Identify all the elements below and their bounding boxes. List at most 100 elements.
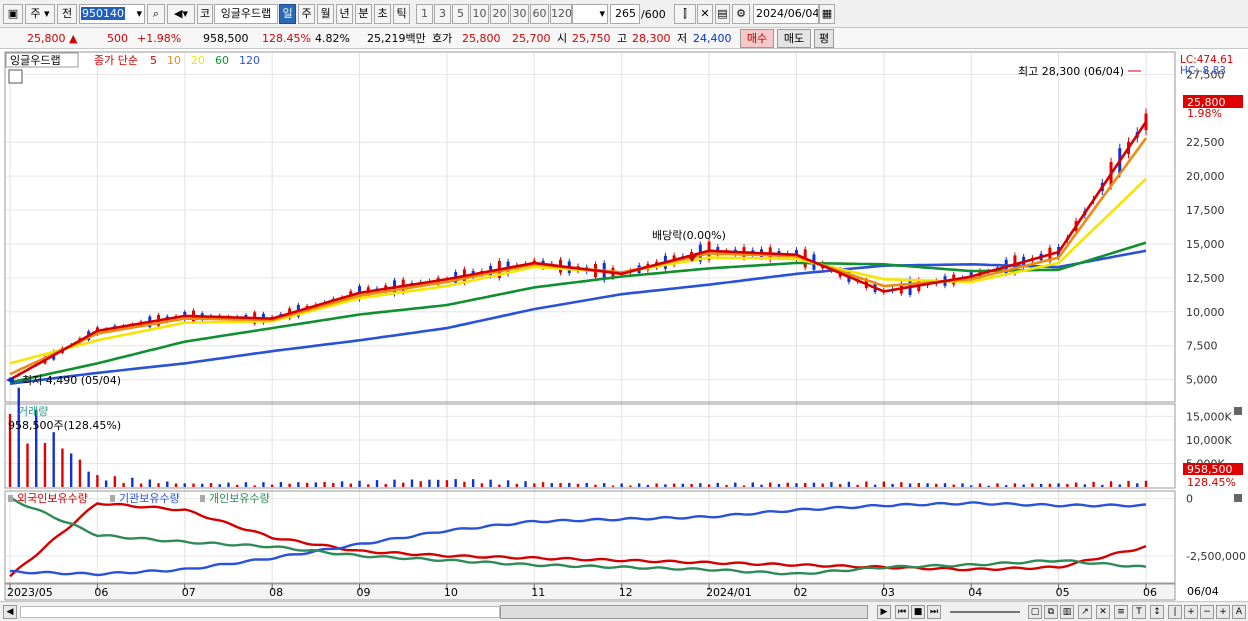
period-button-2[interactable]: 월 — [317, 4, 334, 24]
volume-bar — [961, 483, 964, 487]
volume-bar — [1066, 483, 1069, 487]
layout-icon[interactable]: ▣ — [3, 4, 23, 24]
period-button-4[interactable]: 분 — [355, 4, 372, 24]
line-tool-icon[interactable]: ↗ — [1078, 605, 1092, 619]
minute-button-20[interactable]: 20 — [490, 4, 509, 24]
date-input[interactable]: 2024/06/04 — [753, 4, 819, 24]
stock-type-label: 주 — [30, 7, 41, 20]
crosshair-icon[interactable]: ✕ — [697, 4, 713, 24]
volume-bar — [279, 482, 283, 487]
minute-button-60[interactable]: 60 — [530, 4, 549, 24]
date-tick-label: 09 — [357, 586, 371, 599]
view-icon[interactable]: ▥ — [1060, 605, 1074, 619]
fit-icon[interactable]: ▢ — [1028, 605, 1042, 619]
volume-bar — [174, 483, 178, 487]
range-select[interactable]: ▾ — [572, 4, 608, 24]
volume-bar — [716, 482, 720, 487]
holding-legend-item: 외국인보유수량 — [17, 492, 88, 505]
stock-chart[interactable]: 27,50022,50020,00017,50015,00012,50010,0… — [0, 50, 1248, 601]
current-price: 25,800 ▲ — [27, 31, 77, 46]
search-icon[interactable]: ⌕ — [147, 4, 165, 24]
period-button-0[interactable]: 일 — [279, 4, 296, 24]
first-icon[interactable]: ⏮ — [895, 605, 909, 619]
gear-icon[interactable]: ⚙ — [732, 4, 750, 24]
text-tool-icon[interactable]: T — [1132, 605, 1146, 619]
count-input[interactable]: 265 — [610, 4, 640, 24]
low-price: 24,400 — [693, 32, 732, 45]
period-button-3[interactable]: 년 — [336, 4, 353, 24]
volume-bar — [996, 483, 999, 487]
minute-button-5[interactable]: 5 — [452, 4, 469, 24]
save-icon[interactable]: ▤ — [715, 4, 730, 24]
hline-tool-icon[interactable]: ↕ — [1150, 605, 1164, 619]
count-max-label: /600 — [641, 8, 666, 21]
volume-bar — [17, 387, 20, 487]
minute-button-3[interactable]: 3 — [434, 4, 451, 24]
volume-bar — [559, 482, 562, 487]
zoom-slider[interactable] — [950, 611, 1020, 613]
candle-icon[interactable]: ⫿ — [674, 4, 696, 24]
date-tick-label: 2023/05 — [7, 586, 53, 599]
minute-button-120[interactable]: 120 — [550, 4, 572, 24]
holding-panel-close-icon[interactable] — [1234, 494, 1242, 502]
window-icon[interactable]: ⧉ — [1044, 605, 1058, 619]
volume-bar — [113, 476, 117, 487]
cross-tool-icon[interactable]: ✕ — [1096, 605, 1110, 619]
period-button-1[interactable]: 주 — [298, 4, 315, 24]
last-icon[interactable]: ⏭ — [927, 605, 941, 619]
volume-bar — [664, 484, 667, 487]
ma-line-5 — [9, 121, 1148, 381]
table-icon[interactable] — [8, 69, 23, 84]
scroll-thumb[interactable] — [500, 605, 868, 619]
ma-legend-60: 60 — [215, 54, 229, 67]
volume-tick-label: 15,000K — [1186, 410, 1232, 423]
scroll-left-icon[interactable]: ◀ — [3, 605, 17, 619]
zoom-out-icon[interactable]: − — [1200, 605, 1214, 619]
speaker-icon[interactable]: ◀▾ — [167, 4, 195, 24]
volume-bar — [978, 483, 982, 487]
chart-scrollbar: ◀ ▶ ⏮ ■ ⏭ ▢ ⧉ ▥ ↗ ✕ ≡ T ↕ | + − + A — [0, 601, 1248, 621]
vline-tool-icon[interactable]: | — [1168, 605, 1182, 619]
volume-tag-value: 958,500 — [1187, 463, 1233, 476]
volume-bar — [375, 480, 379, 487]
minute-button-30[interactable]: 30 — [510, 4, 529, 24]
sell-button[interactable]: 매도 — [777, 29, 811, 48]
volume-bar — [209, 483, 213, 487]
stock-code-input[interactable]: 950140 ▾ — [79, 4, 145, 24]
scroll-right-icon[interactable]: ▶ — [877, 605, 891, 619]
stock-type-select[interactable]: 주 ▾ — [25, 4, 55, 24]
volume-bar — [236, 484, 239, 487]
plus-icon[interactable]: + — [1216, 605, 1230, 619]
minute-button-1[interactable]: 1 — [416, 4, 433, 24]
period-button-6[interactable]: 틱 — [393, 4, 410, 24]
calendar-icon[interactable]: ▦ — [819, 4, 835, 24]
up-arrow-icon: ▲ — [65, 32, 78, 45]
scroll-track[interactable] — [20, 606, 500, 618]
volume-panel-close-icon[interactable] — [1234, 407, 1242, 415]
volume-bar — [935, 483, 938, 487]
volume-bar — [550, 483, 553, 487]
zoom-in-icon[interactable]: + — [1184, 605, 1198, 619]
dividend-annotation: 배당락(0.00%) — [652, 229, 726, 242]
volume-bar — [637, 483, 641, 487]
prev-button[interactable]: 전 — [57, 4, 77, 24]
font-icon[interactable]: A — [1232, 605, 1246, 619]
minute-button-10[interactable]: 10 — [470, 4, 489, 24]
stop-icon[interactable]: ■ — [911, 605, 925, 619]
price-panel: 27,50022,50020,00017,50015,00012,50010,0… — [4, 51, 1243, 403]
candlesticks — [8, 108, 1148, 383]
buy-button[interactable]: 매수 — [740, 29, 774, 48]
period-button-5[interactable]: 초 — [374, 4, 391, 24]
volume-bar — [734, 482, 737, 487]
open-price: 25,750 — [572, 32, 611, 45]
bid-price: 25,700 — [512, 32, 551, 45]
volume-tick-label: 10,000K — [1186, 434, 1232, 447]
volume-bar — [987, 485, 990, 487]
volume-bar — [332, 482, 335, 487]
volume-bar — [445, 480, 449, 487]
volume-bar — [751, 482, 754, 487]
volume-bar — [707, 484, 711, 487]
eval-button[interactable]: 평 — [814, 29, 834, 48]
fib-tool-icon[interactable]: ≡ — [1114, 605, 1128, 619]
stock-name-field[interactable]: 잉글우드랩 — [214, 4, 278, 24]
